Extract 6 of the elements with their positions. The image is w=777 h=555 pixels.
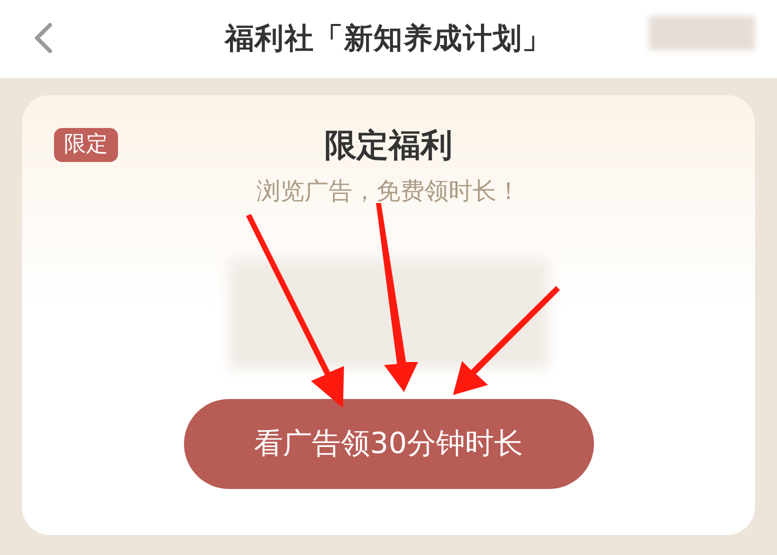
page-title: 福利社「新知养成计划」 — [225, 20, 552, 58]
back-icon[interactable] — [33, 22, 53, 54]
card-subtitle: 浏览广告，免费领时长！ — [256, 176, 520, 207]
card-title: 限定福利 — [324, 125, 452, 166]
watch-ad-button[interactable]: 看广告领30分钟时长 — [184, 399, 594, 489]
limited-badge: 限定 — [54, 128, 118, 162]
